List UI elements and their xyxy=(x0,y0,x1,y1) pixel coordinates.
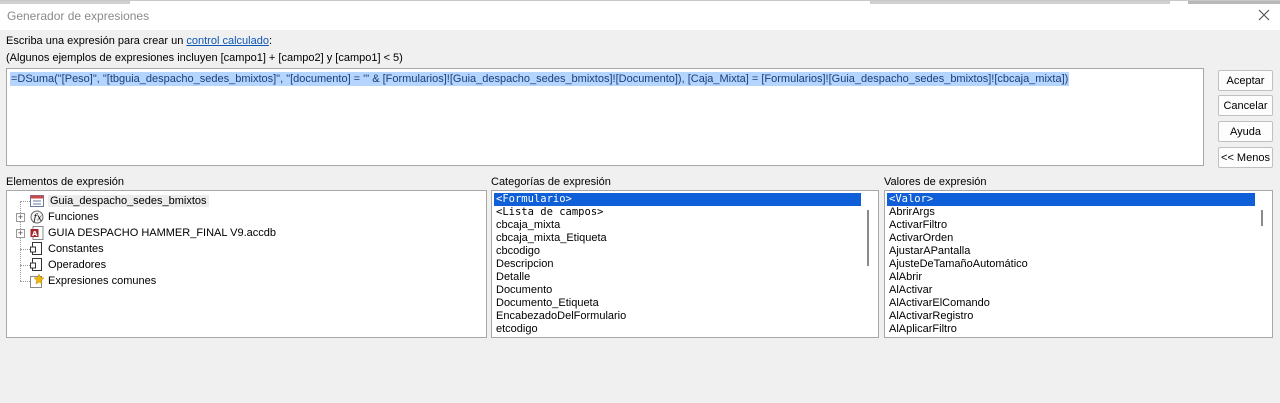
common-expressions-icon xyxy=(30,273,45,288)
title-bar-decor xyxy=(1188,1,1280,4)
expression-categories-label: Categorías de expresión xyxy=(491,176,611,188)
title-bar-decor xyxy=(0,1,130,4)
tree-item-common-expressions[interactable]: Expresiones comunes xyxy=(30,273,156,289)
list-item[interactable]: <Valor> xyxy=(887,193,1255,206)
instructions: Escriba una expresión para crear un cont… xyxy=(6,35,272,47)
values-scrollbar[interactable] xyxy=(1255,192,1271,336)
tree-item-form[interactable]: Guia_despacho_sedes_bmixtos xyxy=(30,193,209,209)
tree-item-database[interactable]: A GUIA DESPACHO HAMMER_FINAL V9.accdb xyxy=(30,225,276,241)
list-item[interactable]: Detalle xyxy=(494,271,861,284)
tree-line xyxy=(20,201,30,202)
calculated-control-link[interactable]: control calculado xyxy=(186,35,269,47)
tree-item-constants[interactable]: Constantes xyxy=(30,241,104,257)
list-item[interactable]: AlActivarRegistro xyxy=(887,310,1255,323)
list-item[interactable]: AjustarAPantalla xyxy=(887,245,1255,258)
scrollbar-thumb[interactable] xyxy=(867,210,869,266)
cancel-button[interactable]: Cancelar xyxy=(1218,95,1273,116)
expression-elements-label: Elementos de expresión xyxy=(6,176,125,188)
list-item[interactable]: <Lista de campos> xyxy=(494,206,861,219)
tree-line xyxy=(20,281,30,282)
list-item[interactable]: AlActivarElComando xyxy=(887,297,1255,310)
list-item[interactable]: AbrirArgs xyxy=(887,206,1255,219)
list-item[interactable]: ActivarOrden xyxy=(887,232,1255,245)
scrollbar-thumb[interactable] xyxy=(1261,210,1263,226)
ok-button[interactable]: Aceptar xyxy=(1218,70,1273,91)
tree-line xyxy=(20,265,30,266)
tree-item-label: GUIA DESPACHO HAMMER_FINAL V9.accdb xyxy=(48,227,277,239)
list-item[interactable]: cbcaja_mixta xyxy=(494,219,861,232)
tree-item-label: Funciones xyxy=(48,211,99,223)
expand-icon[interactable]: + xyxy=(16,229,25,238)
list-item[interactable]: AlAplicarFiltro xyxy=(887,323,1255,336)
list-item[interactable]: Documento_Etiqueta xyxy=(494,297,861,310)
expand-icon[interactable]: + xyxy=(16,213,25,222)
tree-item-label: Operadores xyxy=(48,259,107,271)
expression-elements-tree[interactable]: + + Guia_despacho_sedes_bmixtos fx Funci… xyxy=(6,190,487,338)
tree-item-label: Expresiones comunes xyxy=(48,275,157,287)
window-title: Generador de expresiones xyxy=(7,9,150,23)
tree-line xyxy=(20,249,30,250)
tree-item-label: Guia_despacho_sedes_bmixtos xyxy=(48,195,209,207)
constants-icon xyxy=(30,242,44,256)
tree-item-label: Constantes xyxy=(48,243,104,255)
operators-icon xyxy=(30,258,44,272)
less-button[interactable]: << Menos xyxy=(1218,147,1273,168)
expression-editor[interactable]: =DSuma("[Peso]", "[tbguia_despacho_sedes… xyxy=(6,68,1204,166)
tree-item-functions[interactable]: fx Funciones xyxy=(30,209,99,225)
list-item[interactable]: ActivarFiltro xyxy=(887,219,1255,232)
examples-text: (Algunos ejemplos de expresiones incluye… xyxy=(6,52,403,64)
expression-values-list[interactable]: <Valor> AbrirArgs ActivarFiltro ActivarO… xyxy=(884,190,1273,338)
svg-text:A: A xyxy=(32,230,38,238)
close-icon[interactable] xyxy=(1256,5,1272,25)
instructions-colon: : xyxy=(268,35,273,47)
svg-text:fx: fx xyxy=(33,214,42,224)
expression-text[interactable]: =DSuma("[Peso]", "[tbguia_despacho_sedes… xyxy=(10,72,1070,86)
categories-scrollbar[interactable] xyxy=(861,192,877,336)
list-item[interactable]: etcodigo xyxy=(494,323,861,336)
list-item[interactable]: AlAbrir xyxy=(887,271,1255,284)
tree-item-operators[interactable]: Operadores xyxy=(30,257,106,273)
expression-values-label: Valores de expresión xyxy=(884,176,987,188)
list-item[interactable]: Descripcion xyxy=(494,258,861,271)
expression-categories-list[interactable]: <Formulario> <Lista de campos> cbcaja_mi… xyxy=(491,190,879,338)
list-item[interactable]: cbcodigo xyxy=(494,245,861,258)
list-item[interactable]: EncabezadoDelFormulario xyxy=(494,310,861,323)
list-item[interactable]: cbcaja_mixta_Etiqueta xyxy=(494,232,861,245)
database-icon: A xyxy=(30,226,44,240)
list-item[interactable]: Documento xyxy=(494,284,861,297)
instructions-text: Escriba una expresión para crear un xyxy=(6,35,187,47)
help-button[interactable]: Ayuda xyxy=(1218,121,1273,142)
form-icon xyxy=(30,194,44,208)
list-item[interactable]: <Formulario> xyxy=(494,193,861,206)
function-icon: fx xyxy=(30,210,44,224)
list-item[interactable]: AjusteDeTamañoAutomático xyxy=(887,258,1255,271)
list-item[interactable]: AlActivar xyxy=(887,284,1255,297)
title-bar: Generador de expresiones xyxy=(0,0,1280,30)
title-bar-decor xyxy=(870,1,1170,4)
